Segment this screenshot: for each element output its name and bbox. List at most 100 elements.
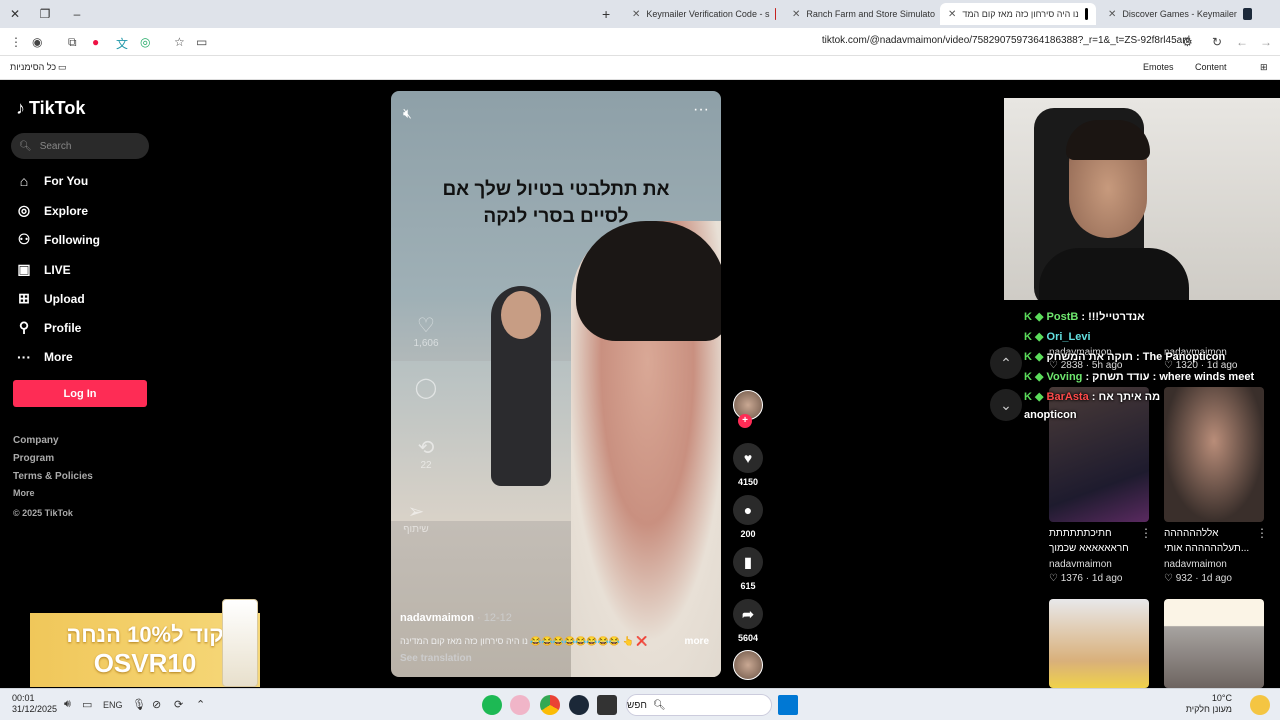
window-close-icon[interactable]: ✕ bbox=[0, 7, 30, 21]
tab-close-icon[interactable]: ✕ bbox=[948, 9, 956, 20]
footer-terms[interactable]: Terms & Policies bbox=[13, 471, 93, 482]
volume-icon[interactable]: 🔊︎ bbox=[64, 698, 71, 711]
creator-avatar-button[interactable]: + bbox=[730, 390, 766, 428]
video-thumbnail[interactable] bbox=[1164, 599, 1264, 688]
extension-icon[interactable]: ● bbox=[92, 35, 99, 49]
nav-for-you[interactable]: ⌂ For You bbox=[16, 173, 88, 189]
file-explorer-icon[interactable] bbox=[597, 695, 617, 715]
tab-keymailer-verification[interactable]: ✕ Keymailer Verification Code - s bbox=[624, 3, 784, 25]
weather-widget[interactable]: 10°C מעונן חלקית bbox=[1186, 693, 1232, 716]
login-button[interactable]: Log In bbox=[13, 380, 147, 407]
network-icon[interactable]: ⊘ bbox=[152, 698, 161, 711]
description-more-link[interactable]: more bbox=[685, 636, 709, 647]
search-placeholder: Search bbox=[39, 140, 72, 152]
tab-close-icon[interactable]: ✕ bbox=[632, 9, 640, 20]
bookmark-star-icon[interactable]: ☆ bbox=[174, 35, 185, 49]
all-bookmarks-button[interactable]: כל הסימניות bbox=[10, 62, 56, 72]
save-button[interactable]: ▮ 615 bbox=[730, 547, 766, 591]
cast-icon[interactable]: ▭ bbox=[196, 35, 207, 49]
chat-message: K ◆ תוקה את המשחק : The Panopticon bbox=[1024, 350, 1225, 363]
sync-icon[interactable]: ⟳ bbox=[174, 698, 183, 711]
chrome-icon[interactable] bbox=[540, 695, 560, 715]
bookmark-emotes[interactable]: Emotes bbox=[1143, 62, 1174, 72]
taskbar-search[interactable]: 🔍︎ חפש bbox=[626, 694, 772, 716]
nav-more[interactable]: ··· More bbox=[16, 349, 73, 365]
new-tab-icon[interactable]: + bbox=[602, 6, 610, 22]
url-field[interactable]: tiktok.com/@nadavmaimon/video/7582907597… bbox=[822, 35, 1190, 46]
card-menu-icon[interactable]: ⋮ bbox=[1140, 526, 1152, 540]
nav-explore[interactable]: ◎ Explore bbox=[16, 202, 88, 219]
previous-video-button[interactable]: ⌃ bbox=[990, 347, 1022, 379]
weather-icon[interactable] bbox=[1250, 695, 1270, 715]
mute-icon[interactable]: 🔇︎ bbox=[403, 105, 412, 122]
spotify-icon[interactable] bbox=[482, 695, 502, 715]
site-settings-icon[interactable]: ⚙ bbox=[1182, 35, 1193, 49]
menu-dots-icon[interactable]: ⋮ bbox=[10, 35, 22, 49]
microphone-icon[interactable]: 🎙︎ bbox=[132, 698, 146, 711]
ghost-repost: ⟲ 22 bbox=[413, 435, 439, 471]
card-author[interactable]: nadavmaimon bbox=[1164, 559, 1227, 570]
window-minimize-icon[interactable]: – bbox=[62, 7, 92, 21]
like-button[interactable]: ♥ 4150 bbox=[730, 443, 766, 487]
heart-icon[interactable]: ♥ bbox=[733, 443, 763, 473]
caption-line-2: לסיים בסרי לנקה bbox=[483, 205, 629, 227]
apps-grid-icon[interactable]: ⊞ bbox=[1260, 62, 1268, 73]
search-input[interactable]: 🔍︎ Search bbox=[11, 133, 149, 159]
share-button[interactable]: ➦ 5604 bbox=[730, 599, 766, 643]
share-icon[interactable]: ➦ bbox=[733, 599, 763, 629]
footer-program[interactable]: Program bbox=[13, 453, 54, 464]
clock[interactable]: 00:01 31/12/2025 bbox=[12, 693, 57, 716]
nav-upload[interactable]: ⊞ Upload bbox=[16, 290, 85, 307]
card-menu-icon[interactable]: ⋮ bbox=[1256, 526, 1268, 540]
sound-avatar[interactable] bbox=[733, 650, 763, 680]
display-icon[interactable]: ▭ bbox=[82, 698, 92, 711]
footer-company[interactable]: Company bbox=[13, 435, 59, 446]
tab-ranch-farm[interactable]: ✕ Ranch Farm and Store Simulato bbox=[784, 3, 940, 25]
tab-title: Keymailer Verification Code - s bbox=[646, 9, 770, 19]
reload-icon[interactable]: ↻ bbox=[1212, 35, 1222, 49]
extension-icon[interactable]: ◎ bbox=[140, 35, 150, 49]
back-icon[interactable]: ← bbox=[1236, 35, 1248, 49]
video-thumbnail[interactable] bbox=[1049, 387, 1149, 522]
card-caption[interactable]: אללהההההה bbox=[1164, 528, 1218, 539]
card-caption[interactable]: חראאאאאא שכמוך bbox=[1049, 543, 1129, 554]
steam-icon[interactable] bbox=[569, 695, 589, 715]
video-thumbnail[interactable] bbox=[1164, 387, 1264, 522]
bookmark-content[interactable]: Content bbox=[1195, 62, 1227, 72]
window-restore-icon[interactable]: ❐ bbox=[30, 7, 60, 21]
footer-more[interactable]: More bbox=[13, 488, 35, 498]
bookmark-icon[interactable]: ▮ bbox=[733, 547, 763, 577]
tab-close-icon[interactable]: ✕ bbox=[1108, 9, 1116, 20]
tab-discover-games[interactable]: ✕ Discover Games - Keymailer bbox=[1100, 3, 1260, 25]
nav-profile[interactable]: ⚲ Profile bbox=[16, 319, 81, 336]
translate-icon[interactable]: 文 bbox=[116, 35, 128, 52]
tray-overflow-icon[interactable]: ⌃ bbox=[196, 698, 205, 711]
clock-date: 31/12/2025 bbox=[12, 704, 58, 715]
card-caption[interactable]: תעלהההההה אותי... bbox=[1164, 543, 1249, 554]
video-menu-icon[interactable]: ··· bbox=[693, 101, 709, 119]
video-thumbnail[interactable] bbox=[1049, 599, 1149, 688]
nav-live[interactable]: ▣ LIVE bbox=[16, 261, 70, 278]
follow-plus-icon[interactable]: + bbox=[738, 414, 752, 428]
tab-tiktok-video[interactable]: ✕ נו היה סירחון כזה מאז קום המד bbox=[940, 3, 1096, 25]
card-caption[interactable]: חתיכתתתתתת bbox=[1049, 528, 1112, 539]
language-indicator[interactable]: ENG bbox=[103, 700, 123, 710]
video-author[interactable]: nadavmaimon · 12-12 bbox=[400, 612, 512, 624]
profile-avatar-icon[interactable]: ◉ bbox=[32, 35, 42, 49]
author-name[interactable]: nadavmaimon bbox=[400, 612, 474, 624]
see-translation-link[interactable]: See translation bbox=[400, 653, 472, 664]
forward-icon[interactable]: → bbox=[1260, 35, 1272, 49]
tab-close-icon[interactable]: ✕ bbox=[792, 9, 800, 20]
next-video-button[interactable]: ⌄ bbox=[990, 389, 1022, 421]
nav-following[interactable]: ⚇ Following bbox=[16, 231, 100, 248]
sound-avatar-button[interactable] bbox=[730, 650, 766, 680]
video-player[interactable]: 🔇︎ ··· את תתלבטי בטיול שלך אם לסיים בסרי… bbox=[391, 91, 721, 677]
comment-icon[interactable]: ● bbox=[733, 495, 763, 525]
comment-button[interactable]: ● 200 bbox=[730, 495, 766, 539]
card-author[interactable]: nadavmaimon bbox=[1049, 559, 1112, 570]
tiktok-logo[interactable]: ♪ TikTok bbox=[16, 98, 85, 119]
app-icon[interactable] bbox=[510, 695, 530, 715]
extensions-icon[interactable]: ⧉ bbox=[68, 35, 77, 50]
windows-start-icon[interactable] bbox=[778, 695, 798, 715]
card-ago: 1d ago bbox=[1091, 573, 1123, 584]
